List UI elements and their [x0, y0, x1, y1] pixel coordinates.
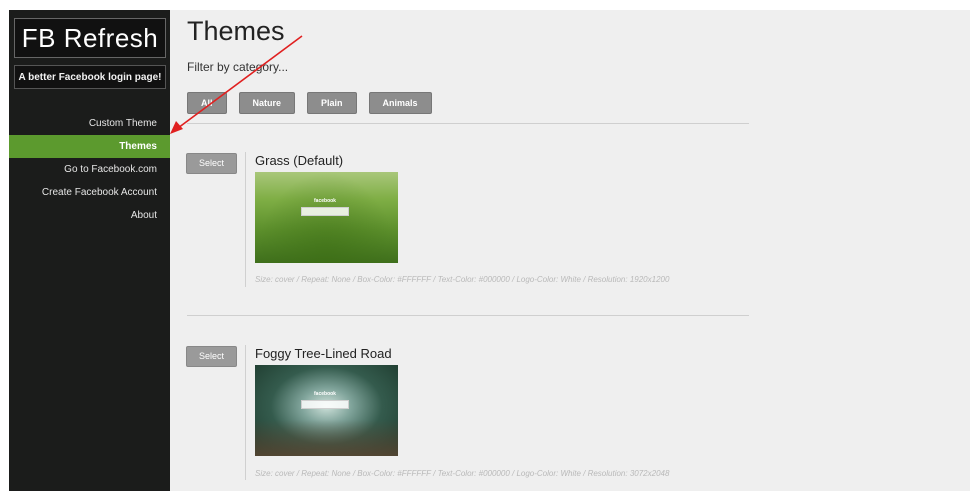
theme-divider [245, 152, 246, 287]
theme-divider [245, 345, 246, 480]
brand-box: FB Refresh [14, 18, 166, 58]
app-title: FB Refresh [21, 22, 159, 53]
sidebar-nav: Custom Theme Themes Go to Facebook.com C… [9, 112, 170, 227]
preview-login-box: facebook [299, 198, 351, 220]
filter-nature-button[interactable]: Nature [238, 92, 296, 114]
filter-buttons: All Nature Plain Animals [187, 92, 432, 114]
select-theme-button[interactable]: Select [186, 153, 237, 174]
filter-all-button[interactable]: All [187, 92, 227, 114]
sidebar: FB Refresh A better Facebook login page!… [9, 10, 170, 491]
select-theme-button[interactable]: Select [186, 346, 237, 367]
filter-label: Filter by category... [187, 60, 289, 74]
preview-login-field [301, 207, 349, 216]
divider [187, 315, 749, 316]
nav-create-facebook-account[interactable]: Create Facebook Account [9, 181, 170, 204]
theme-preview-image[interactable]: facebook [255, 172, 398, 263]
theme-meta: Size: cover / Repeat: None / Box-Color: … [255, 275, 670, 284]
theme-preview-image[interactable]: facebook [255, 365, 398, 456]
page-title: Themes [187, 16, 285, 46]
divider [187, 123, 749, 124]
filter-animals-button[interactable]: Animals [368, 92, 432, 114]
filter-plain-button[interactable]: Plain [307, 92, 357, 114]
main-content: Themes Filter by category... All Nature … [170, 10, 970, 491]
tagline-box: A better Facebook login page! [14, 65, 166, 89]
theme-name: Foggy Tree-Lined Road [255, 346, 392, 361]
nav-about[interactable]: About [9, 204, 170, 227]
preview-login-field [301, 400, 349, 409]
theme-meta: Size: cover / Repeat: None / Box-Color: … [255, 469, 670, 478]
preview-login-box: facebook [299, 391, 351, 413]
nav-custom-theme[interactable]: Custom Theme [9, 112, 170, 135]
preview-logo-text: facebook [314, 391, 336, 397]
nav-go-to-facebook[interactable]: Go to Facebook.com [9, 158, 170, 181]
theme-name: Grass (Default) [255, 153, 344, 168]
preview-logo-text: facebook [314, 198, 336, 204]
app-tagline: A better Facebook login page! [18, 71, 162, 83]
nav-themes[interactable]: Themes [9, 135, 170, 158]
